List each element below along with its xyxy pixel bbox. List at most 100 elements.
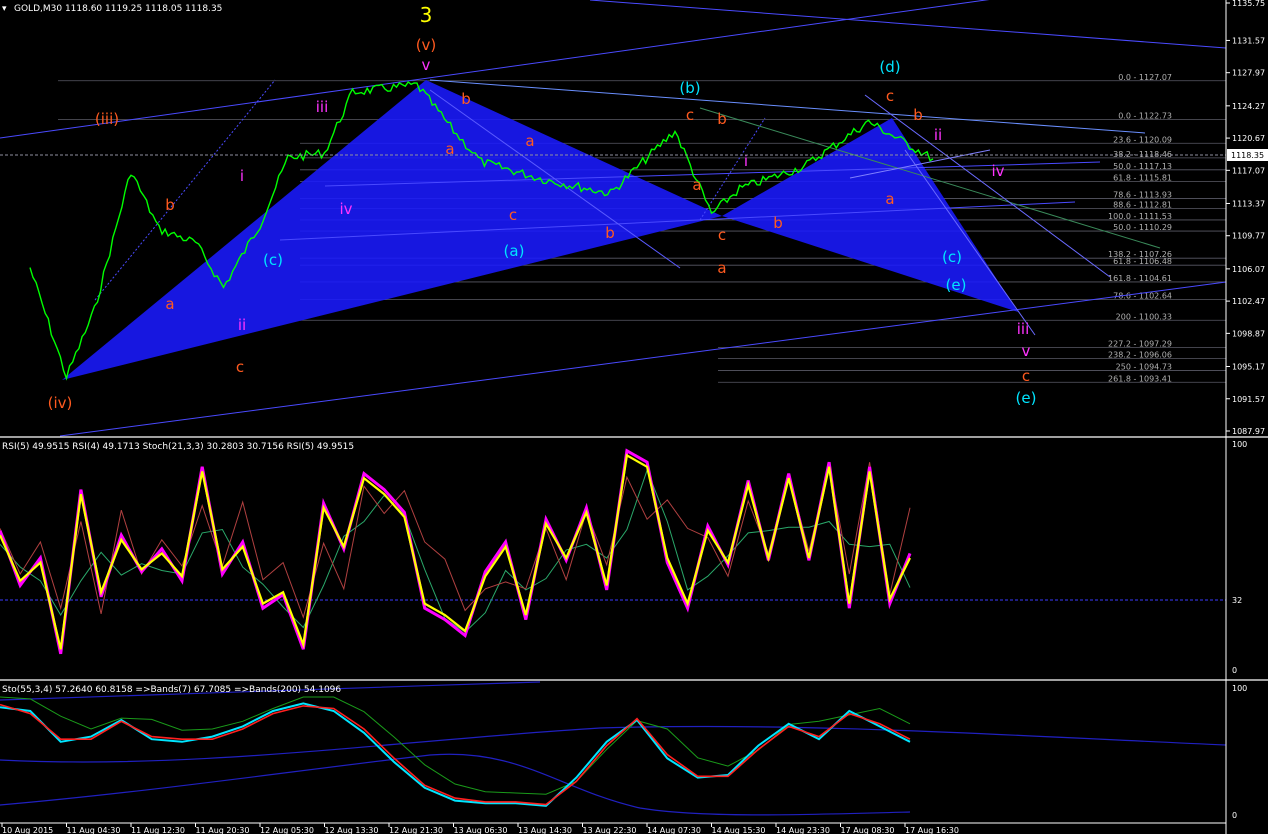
price-tick-label: 1091.57 (1232, 395, 1265, 404)
time-tick-label: 11 Aug 20:30 (196, 826, 250, 834)
wave-label: v (1022, 342, 1031, 360)
wave-label: (iii) (95, 110, 119, 128)
wave-label: (v) (416, 36, 437, 54)
time-tick-label: 14 Aug 15:30 (712, 826, 766, 834)
rsi-panel: RSI(5) 49.9515 RSI(4) 49.1713 Stoch(21,3… (0, 442, 1226, 655)
time-tick-label: 13 Aug 14:30 (518, 826, 572, 834)
wave-label: 3 (420, 3, 433, 27)
fib-level-label: 38.2 - 1118.46 (1113, 150, 1172, 159)
price-tick-label: 1106.07 (1232, 265, 1265, 274)
fib-level-label: 100.0 - 1111.53 (1108, 212, 1172, 221)
wave-label: iii (316, 98, 329, 116)
rsi5-line (0, 453, 911, 650)
wave-label: v (422, 56, 431, 74)
bands200-lower-line (0, 753, 911, 816)
price-tick-label: 1102.47 (1232, 297, 1265, 306)
price-ticks: 1135.75 1131.57 1127.97 1124.27 1120.67 1117.… (1226, 0, 1265, 436)
price-tick-label: 1131.57 (1232, 36, 1265, 45)
fib-level-label: 50.0 - 1117.13 (1113, 162, 1172, 171)
stoch-panel-header: Sto(55,3,4) 57.2640 60.8158 =>Bands(7) 6… (2, 685, 341, 695)
rsi-scale: 100 32 0 (1232, 440, 1247, 675)
fib-level-label: 200 - 1100.33 (1116, 312, 1172, 321)
chevron-down-icon[interactable]: ▾ (2, 4, 7, 14)
wave-label: (iv) (48, 394, 73, 412)
wave-label: b (165, 196, 175, 214)
time-tick-label: 14 Aug 07:30 (647, 826, 701, 834)
fib-level-label: 261.8 - 1093.41 (1108, 374, 1172, 383)
wave-label: (c) (263, 251, 283, 269)
price-panel: 0.0 - 1127.07 0.0 - 1122.73 23.6 - 1120.09… (0, 0, 1227, 437)
stoch-tick-100: 100 (1232, 684, 1247, 693)
wave-label: c (509, 206, 517, 224)
price-tick-label: 1135.75 (1232, 0, 1265, 8)
wave-label: a (885, 190, 894, 208)
fib-level-label: 23.6 - 1120.09 (1113, 135, 1172, 144)
time-tick-label: 17 Aug 16:30 (905, 826, 959, 834)
price-tick-label: 1098.87 (1232, 329, 1265, 338)
bands7-band-line (0, 696, 911, 795)
price-tick-label: 1095.17 (1232, 363, 1265, 372)
price-tick-label: 1127.97 (1232, 69, 1265, 78)
wave-label: (b) (679, 79, 700, 97)
wave-label: (e) (1016, 389, 1037, 407)
time-tick-label: 12 Aug 13:30 (325, 826, 379, 834)
price-tick-label: 1117.07 (1232, 166, 1265, 175)
wave-label: (a) (504, 242, 525, 260)
fib-level-label: 50.0 - 1110.29 (1113, 223, 1172, 232)
wave-label: a (692, 176, 701, 194)
wave-label: b (773, 214, 783, 232)
time-tick-label: 12 Aug 21:30 (389, 826, 443, 834)
fib-level-label: 0.0 - 1127.07 (1118, 73, 1172, 82)
time-tick-label: 17 Aug 08:30 (841, 826, 895, 834)
wave-label: iv (991, 162, 1004, 180)
fib-level-label: 161.8 - 1104.61 (1108, 274, 1172, 283)
rsi-tick-100: 100 (1232, 440, 1247, 449)
wave-label: a (717, 259, 726, 277)
wave-label: ii (934, 126, 942, 144)
fib-level-label: 78.6 - 1113.93 (1113, 190, 1172, 199)
fib-level-label: 250 - 1094.73 (1116, 362, 1172, 371)
fib-level-label: 0.0 - 1122.73 (1118, 112, 1172, 121)
wave-label: a (165, 295, 174, 313)
price-panel-header: GOLD,M30 1118.60 1119.25 1118.05 1118.35 (14, 4, 222, 14)
wave-label: b (913, 106, 923, 124)
price-tick-label: 1113.37 (1232, 199, 1265, 208)
wave-label: iii (1017, 320, 1030, 338)
wave-label: iv (339, 200, 352, 218)
wave-label: (e) (946, 276, 967, 294)
stoch-scale: 100 0 (1232, 684, 1247, 820)
time-tick-label: 11 Aug 12:30 (131, 826, 185, 834)
rsi-panel-header: RSI(5) 49.9515 RSI(4) 49.1713 Stoch(21,3… (2, 442, 354, 452)
price-tick-label: 1109.77 (1232, 232, 1265, 241)
time-tick-label: 11 Aug 04:30 (67, 826, 121, 834)
wave-label: (d) (879, 58, 900, 76)
fib-level-label: 238.2 - 1096.06 (1108, 351, 1172, 360)
wave-label: b (717, 110, 727, 128)
wave-label: a (525, 132, 534, 150)
rsi-stoch-line (0, 468, 911, 633)
bands200-line (0, 725, 1227, 763)
wave-label: (c) (942, 248, 962, 266)
price-tick-label: 1120.67 (1232, 134, 1265, 143)
stoch-panel: Sto(55,3,4) 57.2640 60.8158 =>Bands(7) 6… (0, 681, 1227, 816)
fib-level-label: 227.2 - 1097.29 (1108, 340, 1172, 349)
time-tick-label: 14 Aug 23:30 (776, 826, 830, 834)
wave-label: b (461, 90, 471, 108)
wave-label: i (240, 167, 244, 185)
wave-label: c (886, 87, 894, 105)
price-tick-label: 1124.27 (1232, 102, 1265, 111)
wave-label: b (605, 224, 615, 242)
time-axis[interactable]: 10 Aug 2015 11 Aug 04:30 11 Aug 12:30 11 Au… (1, 823, 959, 834)
rsi-tick-0: 0 (1232, 666, 1237, 675)
time-tick-label: 13 Aug 06:30 (454, 826, 508, 834)
time-tick-label: 10 Aug 2015 (2, 826, 53, 834)
time-tick-label: 12 Aug 05:30 (260, 826, 314, 834)
time-tick-label: 13 Aug 22:30 (583, 826, 637, 834)
chart-window: 0.0 - 1127.07 0.0 - 1122.73 23.6 - 1120.09… (0, 0, 1268, 834)
wave-label: c (236, 358, 244, 376)
wave-label: c (686, 106, 694, 124)
price-tick-label: 1087.97 (1232, 427, 1265, 436)
fib-level-label: 61.8 - 1106.48 (1113, 257, 1172, 266)
wave-label: c (1022, 367, 1030, 385)
price-scale[interactable]: 1135.75 1131.57 1127.97 1124.27 1120.67 1117.… (1225, 0, 1268, 834)
